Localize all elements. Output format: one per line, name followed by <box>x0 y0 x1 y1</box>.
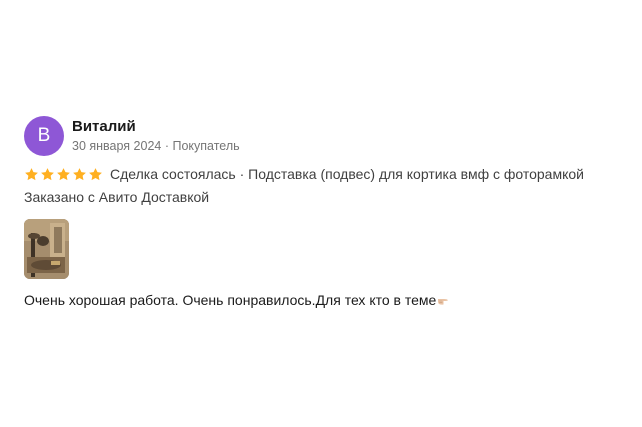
deal-separator: · <box>235 166 249 182</box>
meta-separator: · <box>161 139 173 153</box>
author-block: Виталий 30 января 2024 · Покупатель <box>72 117 240 155</box>
star-icon <box>25 167 38 180</box>
star-icon <box>73 167 86 180</box>
review-photo-thumbnail[interactable] <box>24 219 69 279</box>
item-title[interactable]: Подставка (подвес) для кортика вмф с фот… <box>248 166 584 182</box>
review-card: В Виталий 30 января 2024 · Покупатель Сд… <box>24 116 634 309</box>
photo-image <box>24 219 69 279</box>
review-date: 30 января 2024 <box>72 139 162 153</box>
author-name[interactable]: Виталий <box>72 118 240 136</box>
star-icon <box>89 167 102 180</box>
reviewer-role: Покупатель <box>172 139 240 153</box>
delivery-note: Заказано с Авито Доставкой <box>24 189 210 205</box>
star-icon <box>41 167 54 180</box>
comment-text: Очень хорошая работа. Очень понравилось.… <box>24 292 437 308</box>
avatar[interactable]: В <box>24 116 64 156</box>
rating-row: Сделка состоялась · Подставка (подвес) д… <box>24 165 634 183</box>
rating-stars <box>24 167 104 182</box>
deal-status: Сделка состоялась <box>110 166 236 182</box>
deal-info: Сделка состоялась · Подставка (подвес) д… <box>110 165 584 183</box>
star-icon <box>57 167 70 180</box>
review-meta: 30 января 2024 · Покупатель <box>72 138 240 155</box>
review-comment: Очень хорошая работа. Очень понравилось.… <box>24 291 634 309</box>
review-header: В Виталий 30 января 2024 · Покупатель <box>24 116 634 156</box>
avatar-letter: В <box>37 125 51 146</box>
hand-pointing-right-icon <box>438 299 449 305</box>
